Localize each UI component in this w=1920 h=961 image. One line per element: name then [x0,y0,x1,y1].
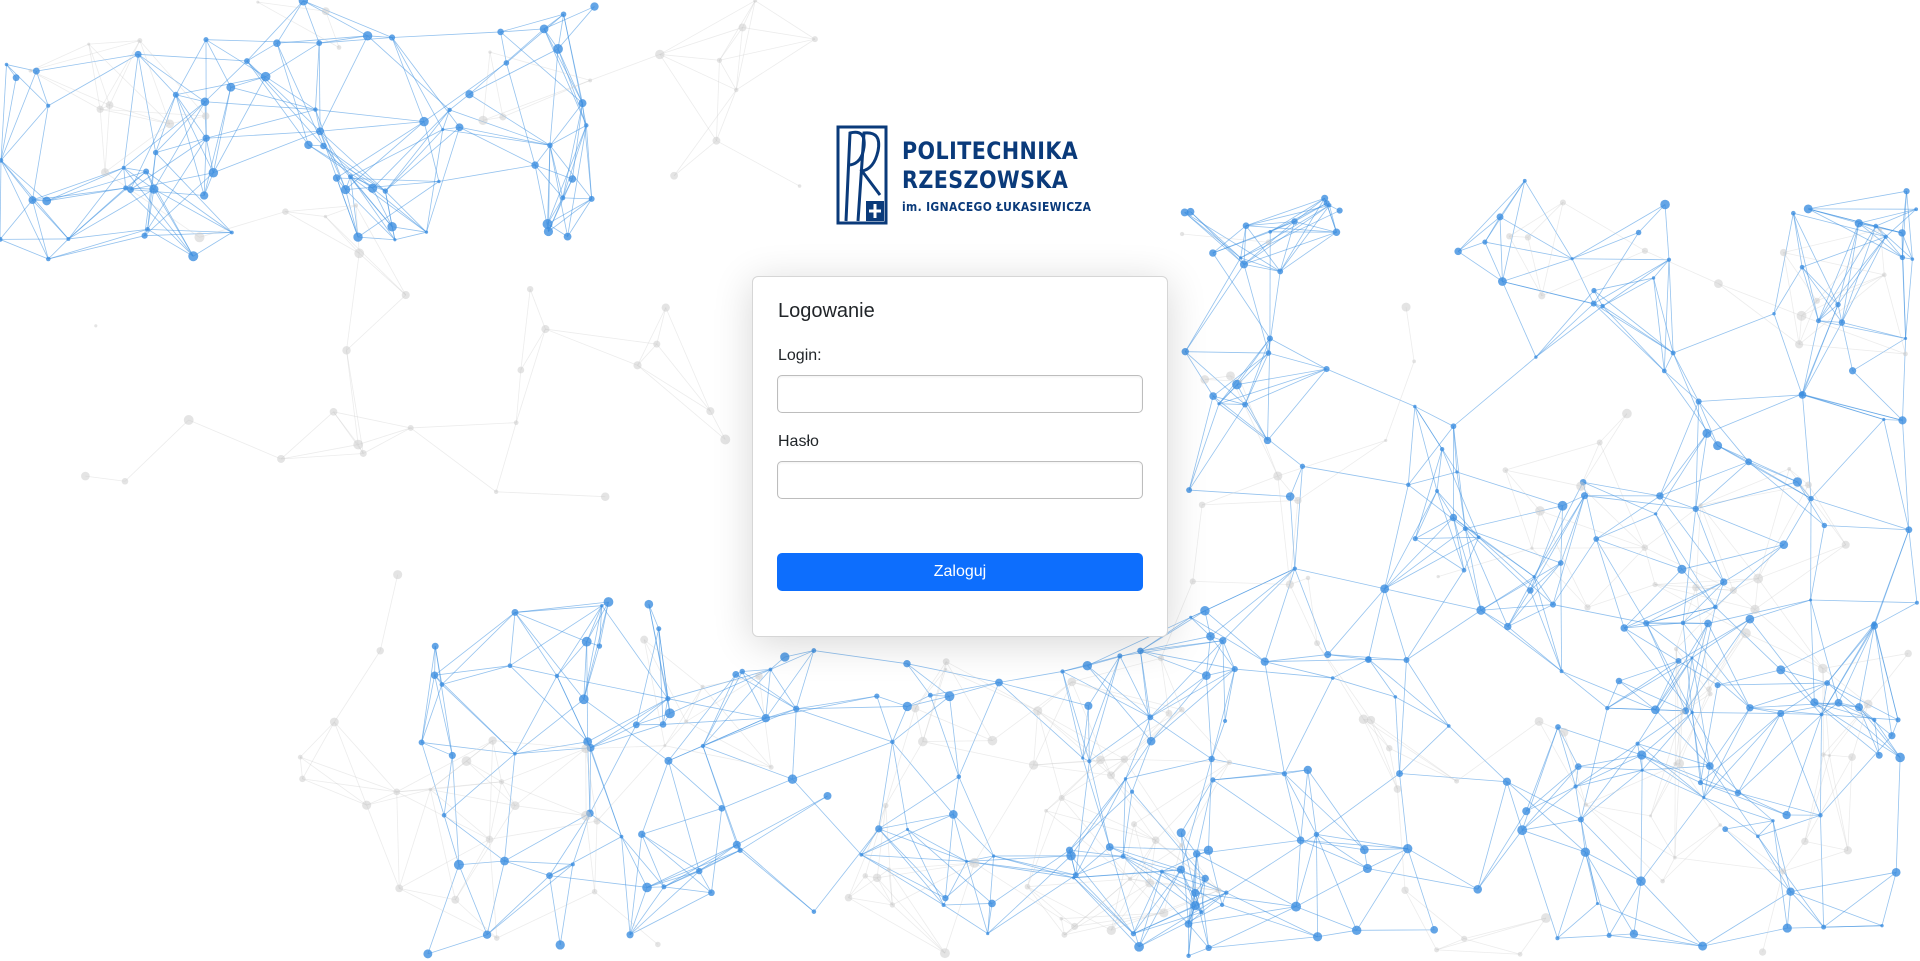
password-input[interactable] [777,461,1143,499]
login-button[interactable]: Zaloguj [777,553,1143,591]
login-card: Logowanie Login: Hasło Zaloguj [752,276,1168,637]
logo-line-3: im. IGNACEGO ŁUKASIEWICZA [902,198,1092,214]
logo-line-2: RZESZOWSKA [902,165,1069,194]
university-logo: POLITECHNIKA RZESZOWSKA im. IGNACEGO ŁUK… [836,124,1091,226]
login-input[interactable] [777,375,1143,413]
university-emblem-icon [836,125,888,225]
logo-line-1: POLITECHNIKA [902,136,1079,165]
logo-wordmark: POLITECHNIKA RZESZOWSKA im. IGNACEGO ŁUK… [902,137,1122,214]
login-title: Logowanie [778,300,875,322]
password-label: Hasło [778,433,819,450]
login-label: Login: [778,347,822,364]
